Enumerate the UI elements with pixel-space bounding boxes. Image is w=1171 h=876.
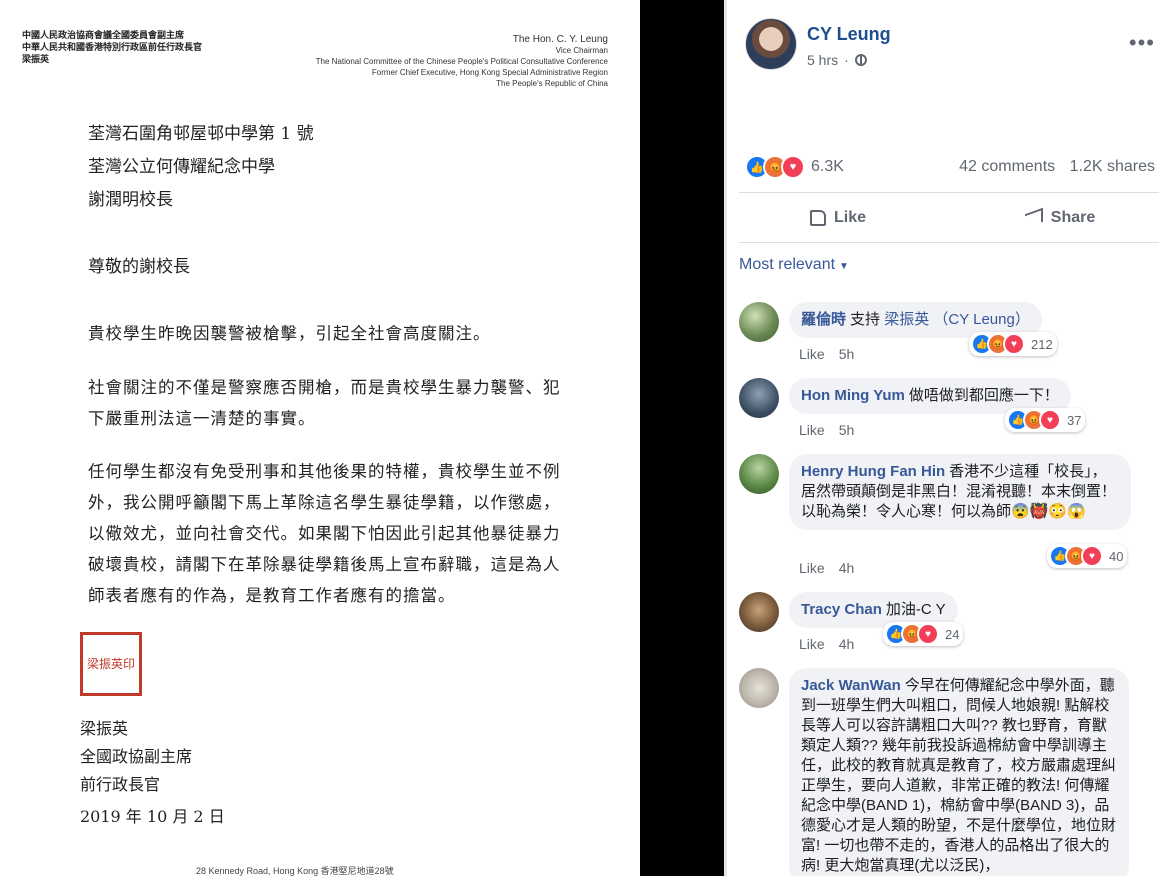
commenter-name[interactable]: Tracy Chan [801,601,882,618]
comment-time[interactable]: 4h [839,560,855,576]
post-time[interactable]: 5 hrs [807,52,838,68]
divider [739,242,1159,243]
reaction-count: 37 [1067,412,1082,428]
seal-text: 梁振英印 [86,657,135,671]
commenter-name[interactable]: Hon Ming Yum [801,387,905,404]
love-reaction-icon: ♥ [1003,333,1025,355]
letterhead-line: The People's Republic of China [496,79,608,88]
letterhead-line: Former Chief Executive, Hong Kong Specia… [371,68,608,77]
sort-label: Most relevant [739,256,836,273]
letterhead-line: The Hon. C. Y. Leung [512,34,608,45]
red-seal-stamp: 梁振英印 [80,632,142,696]
letterhead-line: 中華人民共和國香港特別行政區前任行政長官 [22,43,203,53]
comment-time[interactable]: 5h [839,346,855,362]
address-line: 荃灣公立何傳耀紀念中學 [88,157,275,177]
dot-separator: · [844,52,849,68]
commenter-avatar[interactable] [739,668,779,708]
footer-address: 28 Kennedy Road, Hong Kong 香港堅尼地道28號 [196,866,394,876]
caret-down-icon: ▼ [839,261,849,272]
letter-date: 2019 年 10 月 2 日 [80,807,225,826]
comments-count[interactable]: 42 comments [959,158,1055,175]
more-dots-icon[interactable]: ••• [1129,30,1155,56]
signature-line: 梁振英 [80,719,129,738]
sort-dropdown[interactable]: Most relevant ▼ [739,256,849,274]
love-reaction-icon: ♥ [917,623,939,645]
comment-like-link[interactable]: Like [799,346,825,362]
comment-text: 做唔做到都回應一下！ [908,387,1059,404]
love-reaction-icon: ♥ [1081,545,1103,567]
reactions-count[interactable]: 6.3K [811,158,844,176]
divider [739,192,1159,193]
reaction-count: 40 [1109,548,1124,564]
post-side-panel: CY Leung 5 hrs · ••• 👍 😡 ♥ 6.3K 42 comme… [727,0,1171,876]
like-button[interactable]: Like [727,198,949,238]
comment-footer: Like 5h [799,346,854,362]
share-label: Share [1050,209,1096,226]
commenter-name[interactable]: Jack WanWan [801,677,901,694]
comment-time[interactable]: 4h [839,636,855,652]
post-actions: Like Share [727,198,1171,238]
reaction-stats: 👍 😡 ♥ 6.3K 42 comments 1.2K shares [745,150,1155,184]
comment-reactions[interactable]: 👍 😡 ♥ 37 [1005,408,1086,432]
comment-time[interactable]: 5h [839,422,855,438]
comment-footer: Like 4h [799,636,854,652]
author-name[interactable]: CY Leung [807,24,891,45]
reaction-count: 24 [945,626,960,642]
post-meta: 5 hrs · [807,52,867,68]
signature-block: 梁振英 全國政協副主席 前行政長官 2019 年 10 月 2 日 [80,715,225,831]
thumbs-up-icon [809,210,826,226]
share-arrow-icon [1024,207,1043,229]
author-avatar[interactable] [745,18,797,70]
letter-paragraph: 社會關注的不僅是警察應否開槍，而是貴校學生暴力襲警、犯下嚴重刑法這一清楚的事實。 [88,378,561,428]
love-reaction-icon: ♥ [1039,409,1061,431]
reaction-count: 212 [1031,336,1053,352]
letterhead-chinese: 中國人民政治協商會議全國委員會副主席 中華人民共和國香港特別行政區前任行政長官 … [22,30,202,66]
share-button[interactable]: Share [949,198,1171,238]
lightbox-background [640,0,724,876]
comment-reactions[interactable]: 👍 😡 ♥ 24 [883,622,964,646]
globe-icon [854,54,867,66]
address-line: 荃灣石圍角邨屋邨中學第 1 號 [88,124,314,144]
address-line: 謝潤明校長 [88,190,173,210]
love-reaction-icon[interactable]: ♥ [781,155,805,179]
mention-link[interactable]: 梁振英 （CY Leung） [884,311,1030,328]
letterhead-english: The Hon. C. Y. Leung Vice Chairman The N… [316,34,608,89]
commenter-avatar[interactable] [739,378,779,418]
commenter-avatar[interactable] [739,454,779,494]
comment-text: 加油-C Y [885,601,946,618]
comment-footer: Like 5h [799,422,854,438]
commenter-name[interactable]: Henry Hung Fan Hin [801,463,945,480]
commenter-avatar[interactable] [739,302,779,342]
comment-text: 今早在何傳耀紀念中學外面，聽到一班學生們大叫粗口，問候人地娘親! 點解校長等人可… [801,677,1117,874]
signature-line: 前行政長官 [80,775,161,794]
comment-reactions[interactable]: 👍 😡 ♥ 40 [1047,544,1128,568]
letter-image: 中國人民政治協商會議全國委員會副主席 中華人民共和國香港特別行政區前任行政長官 … [0,0,640,876]
comment-text: 支持 [850,311,881,328]
signature-line: 全國政協副主席 [80,747,193,766]
comment-bubble: Jack WanWan 今早在何傳耀紀念中學外面，聽到一班學生們大叫粗口，問候人地… [789,668,1129,876]
comment-reactions[interactable]: 👍 😡 ♥ 212 [969,332,1057,356]
letterhead-line: 梁振英 [22,55,50,65]
comment-like-link[interactable]: Like [799,636,825,652]
like-label: Like [833,209,866,226]
salutation: 尊敬的謝校長 [88,257,190,277]
letter-paragraph: 貴校學生昨晚因襲警被槍擊，引起全社會高度關注。 [88,324,491,343]
letterhead-line: 中國人民政治協商會議全國委員會副主席 [22,31,185,41]
shares-count[interactable]: 1.2K shares [1070,158,1155,175]
comment-like-link[interactable]: Like [799,422,825,438]
comment-like-link[interactable]: Like [799,560,825,576]
letter-paragraph: 任何學生都沒有免受刑事和其他後果的特權，貴校學生並不例外，我公開呼籲閣下馬上革除… [88,462,561,605]
letterhead-line: Vice Chairman [555,46,608,55]
recipient-address: 荃灣石圍角邨屋邨中學第 1 號 荃灣公立何傳耀紀念中學 謝潤明校長 [88,118,314,217]
post-header: CY Leung 5 hrs · ••• [745,18,1171,78]
comment-bubble: Henry Hung Fan Hin 香港不少這種「校長」，居然帶頭顛倒是非黑白！… [789,454,1131,530]
commenter-avatar[interactable] [739,592,779,632]
letterhead-line: The National Committee of the Chinese Pe… [315,57,608,66]
comment-footer: Like 4h [799,560,854,576]
commenter-name[interactable]: 羅倫時 [801,311,846,328]
